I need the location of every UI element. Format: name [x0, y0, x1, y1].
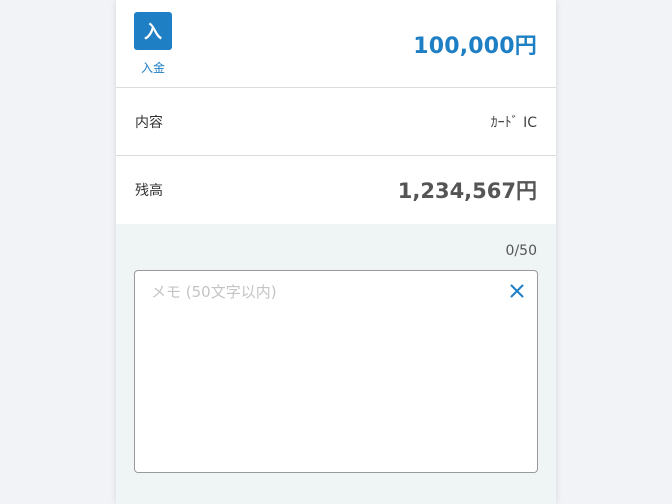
memo-char-counter: 0/50 [505, 243, 537, 259]
transaction-amount: 100,000円 [413, 34, 537, 59]
memo-input[interactable] [135, 271, 537, 472]
close-icon [510, 284, 524, 298]
balance-row: 残高 1,234,567円 [116, 156, 556, 224]
balance-value: 1,234,567円 [397, 179, 537, 203]
transaction-detail-panel: 入 入金 100,000円 内容 ｶｰﾄﾞ IC 残高 1,234,567円 0… [116, 0, 556, 504]
transaction-type-label: 入金 [140, 61, 165, 75]
deposit-badge-icon: 入 [134, 12, 172, 50]
content-row: 内容 ｶｰﾄﾞ IC [116, 88, 556, 156]
content-label: 内容 [135, 114, 163, 131]
balance-label: 残高 [135, 183, 163, 199]
type-badge-text: 入 [144, 22, 162, 43]
memo-section: 0/50 [116, 224, 556, 504]
memo-box [134, 270, 538, 473]
clear-button[interactable] [507, 281, 527, 301]
transaction-type-row: 入 入金 100,000円 [116, 0, 556, 88]
content-value: ｶｰﾄﾞ IC [490, 114, 537, 131]
